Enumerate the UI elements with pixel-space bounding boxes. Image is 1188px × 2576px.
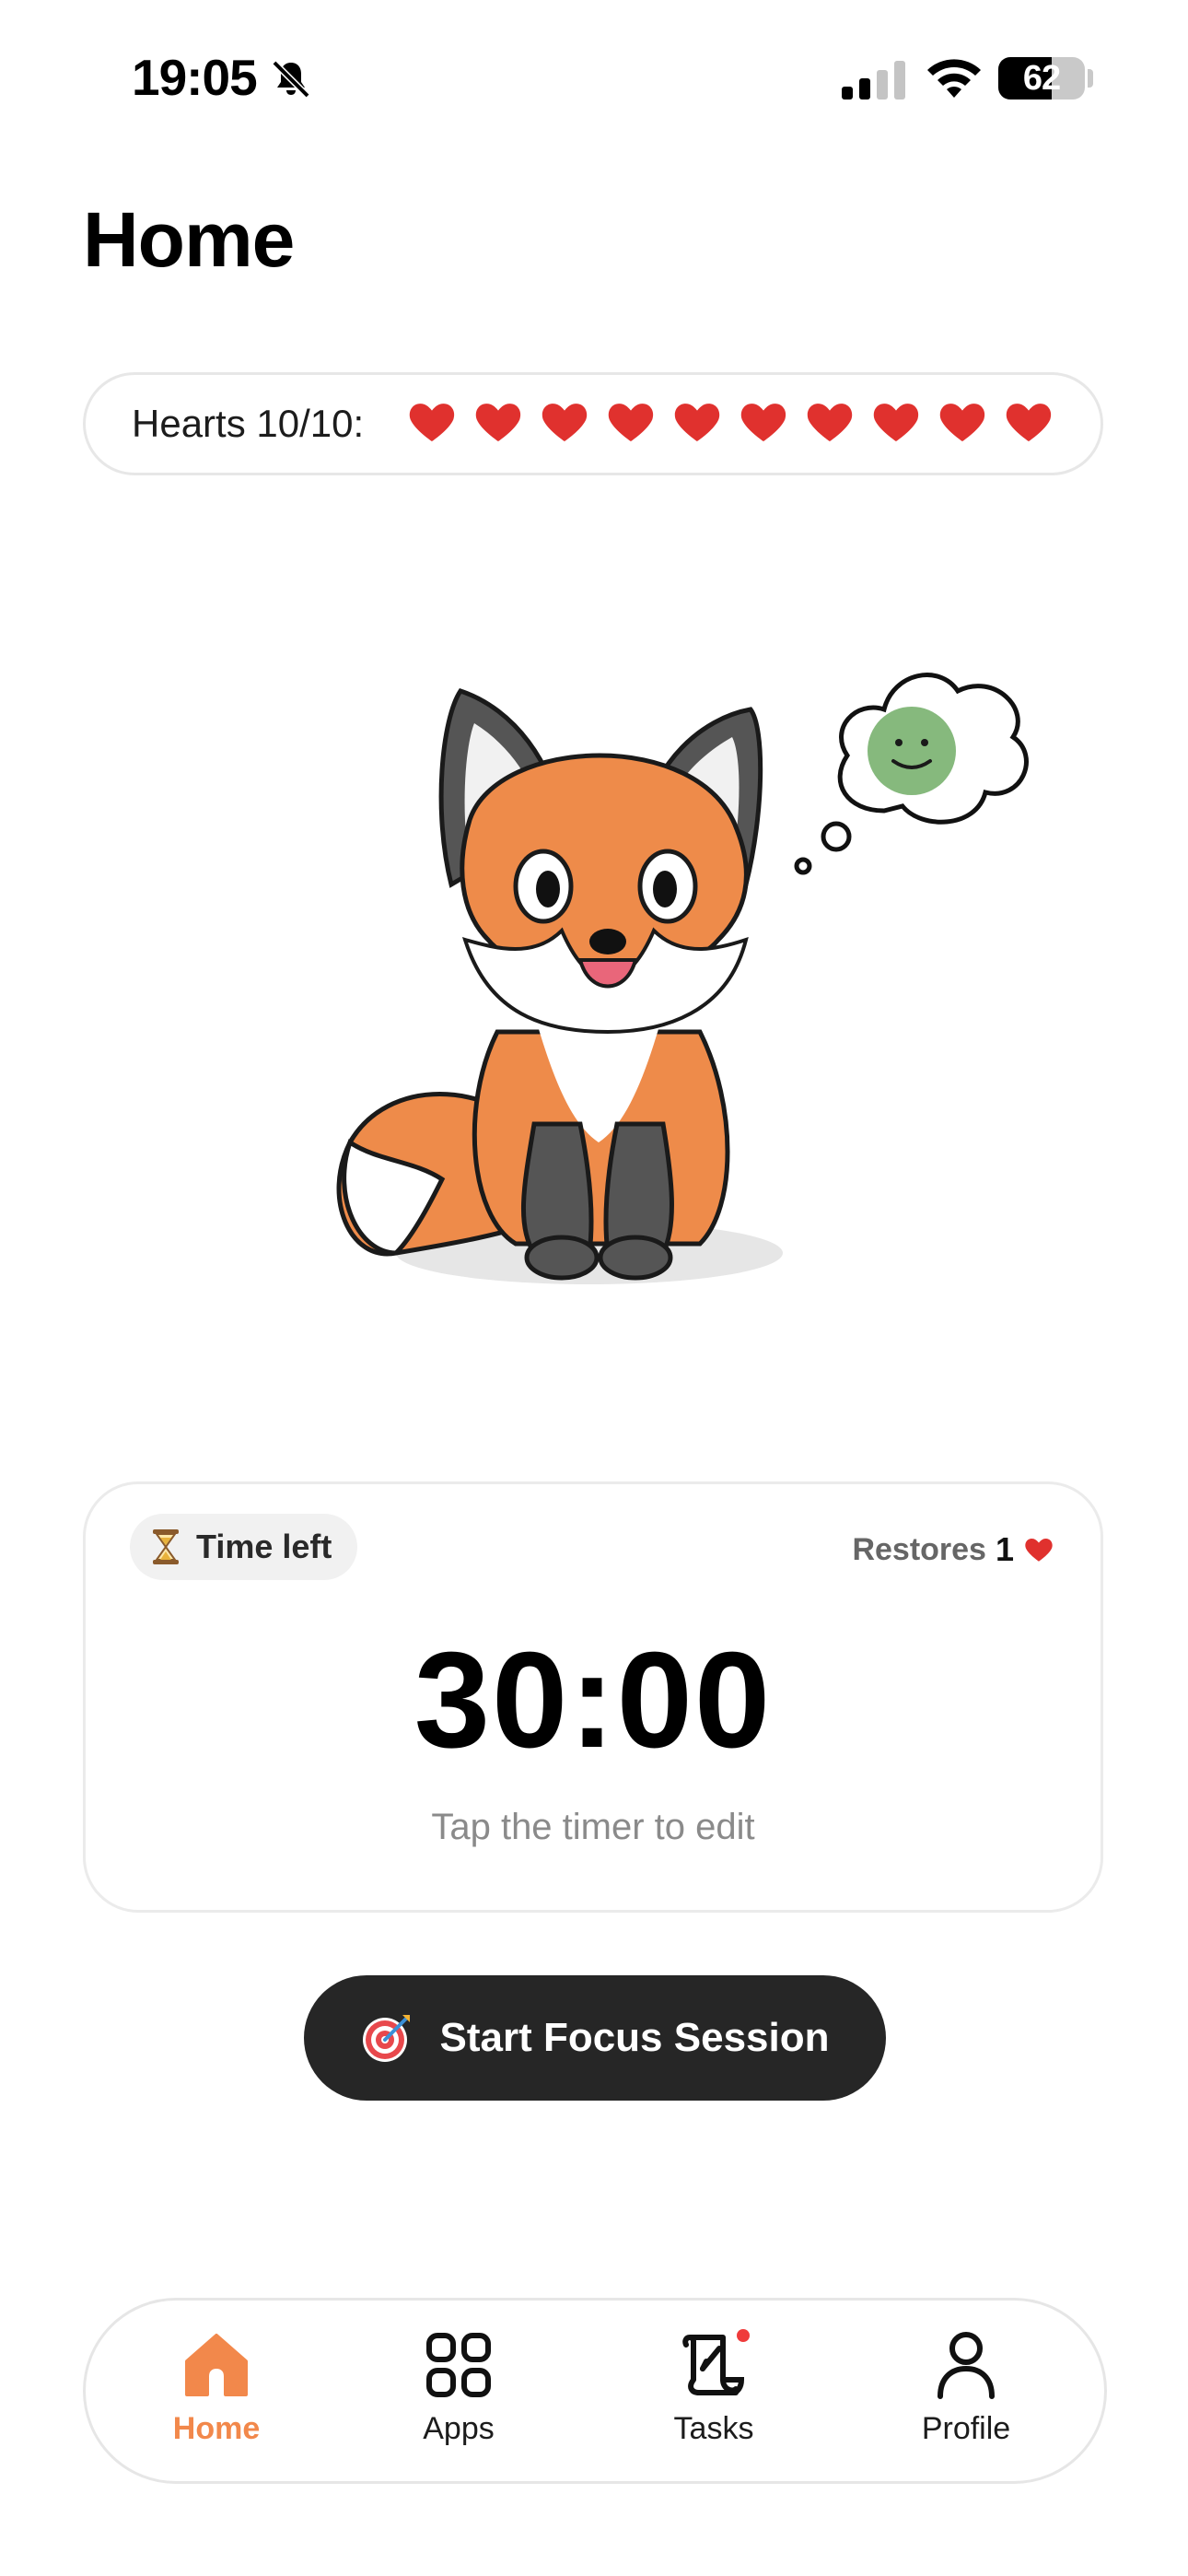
heart-icon <box>409 404 455 441</box>
time-left-label: Time left <box>196 1528 332 1565</box>
hearts-row <box>406 396 1054 448</box>
heart-icon <box>475 404 521 441</box>
heart-icon <box>674 404 720 441</box>
fox-mascot-icon <box>336 673 1029 1284</box>
heart-icon <box>542 404 588 441</box>
hearts-status-pill: Hearts 10/10: <box>83 372 1103 475</box>
tab-apps[interactable]: Apps <box>376 2328 542 2466</box>
tab-label: Home <box>172 2411 261 2446</box>
battery-cap <box>1088 69 1093 88</box>
heart-icon <box>1006 404 1052 441</box>
status-bar: 19:05 62 <box>0 0 1188 157</box>
apps-grid-icon <box>426 2333 491 2397</box>
timer-display[interactable]: 30:00 <box>86 1622 1101 1779</box>
heart-icon <box>807 404 853 441</box>
page-title: Home <box>83 196 295 283</box>
tab-label: Apps <box>423 2411 495 2446</box>
timer-hint: Tap the timer to edit <box>431 1807 755 1847</box>
tab-label: Tasks <box>673 2411 754 2446</box>
tab-label: Profile <box>921 2411 1011 2446</box>
battery-indicator: 62 <box>998 57 1085 100</box>
timer-card: Time left Restores 1 30:00 Tap the timer… <box>83 1481 1103 1913</box>
heart-icon <box>1025 1538 1053 1562</box>
tab-bar: Home Apps Tasks Profile <box>83 2298 1107 2484</box>
silent-bell-icon <box>272 60 310 99</box>
restores-info: Restores 1 <box>852 1530 1054 1569</box>
target-icon <box>363 2015 411 2062</box>
heart-icon <box>608 404 654 441</box>
wifi-icon <box>927 59 981 98</box>
hourglass-icon <box>153 1529 179 1564</box>
hearts-label: Hearts 10/10: <box>132 402 365 445</box>
heart-icon <box>939 404 985 441</box>
restores-count: 1 <box>995 1530 1014 1568</box>
heart-icon <box>873 404 919 441</box>
tab-profile[interactable]: Profile <box>883 2328 1049 2466</box>
start-focus-session-label: Start Focus Session <box>439 2015 830 2060</box>
start-focus-session-button[interactable]: Start Focus Session <box>304 1975 886 2101</box>
tasks-badge <box>737 2329 750 2342</box>
time-left-chip: Time left <box>130 1514 358 1580</box>
battery-percent: 62 <box>1022 59 1061 98</box>
profile-icon <box>938 2332 995 2399</box>
restores-label: Restores <box>852 1531 986 1567</box>
status-time: 19:05 <box>132 49 258 106</box>
cellular-signal-icon <box>842 61 905 100</box>
tab-tasks[interactable]: Tasks <box>631 2328 797 2466</box>
heart-icon <box>740 404 786 441</box>
tab-home[interactable]: Home <box>134 2328 299 2466</box>
home-icon <box>185 2334 248 2396</box>
tasks-scroll-icon <box>682 2329 750 2395</box>
smiley-thought-icon <box>868 707 956 795</box>
